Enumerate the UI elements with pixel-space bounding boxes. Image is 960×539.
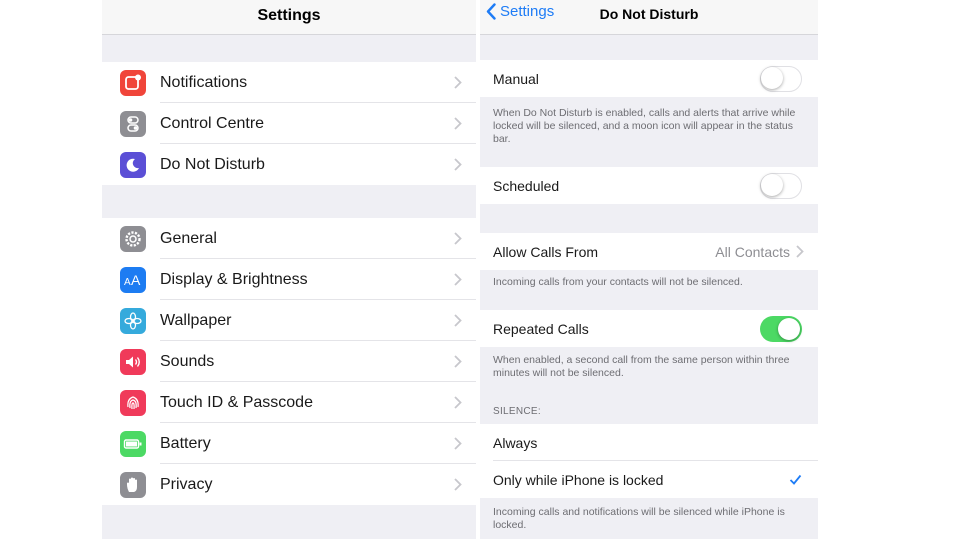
settings-item-label: Touch ID & Passcode [160, 393, 313, 411]
page-title: Settings [257, 7, 321, 24]
chevron-right-icon [454, 273, 462, 286]
scheduled-label: Scheduled [493, 177, 560, 194]
page-title: Do Not Disturb [599, 6, 699, 22]
chevron-right-icon [454, 314, 462, 327]
settings-item-battery[interactable]: Battery [102, 423, 476, 464]
allow-calls-label: Allow Calls From [493, 243, 599, 260]
allow-calls-value: All Contacts [715, 243, 790, 260]
settings-item-sounds[interactable]: Sounds [102, 341, 476, 382]
silence-note: Incoming calls and notifications will be… [493, 506, 785, 531]
repeated-calls-row: Repeated Calls [480, 310, 818, 347]
silence-header: SILENCE: [493, 406, 541, 417]
settings-item-label: Display & Brightness [160, 270, 308, 288]
manual-row: Manual [480, 60, 818, 97]
chevron-right-icon [454, 76, 462, 89]
svg-text:A: A [131, 272, 141, 288]
control-centre-icon [120, 110, 146, 137]
notifications-icon [120, 69, 146, 96]
repeated-calls-toggle[interactable] [760, 315, 802, 342]
settings-panel: Settings Notifications Control Centre Do… [102, 0, 476, 539]
settings-navbar: Settings [102, 0, 476, 35]
manual-toggle[interactable] [760, 65, 802, 92]
chevron-right-icon [454, 158, 462, 171]
settings-item-label: Battery [160, 434, 211, 452]
chevron-right-icon [454, 437, 462, 450]
settings-item-label: Control Centre [160, 114, 265, 132]
settings-item-label: Notifications [160, 73, 248, 91]
allow-calls-note: Incoming calls from your contacts will n… [493, 276, 743, 288]
scheduled-row: Scheduled [480, 167, 818, 204]
manual-label: Manual [493, 70, 539, 87]
wallpaper-icon [120, 307, 146, 334]
allow-calls-row[interactable]: Allow Calls From All Contacts [480, 233, 818, 270]
settings-item-privacy[interactable]: Privacy [102, 464, 476, 505]
settings-item-do-not-disturb[interactable]: Do Not Disturb [102, 144, 476, 185]
display-brightness-icon: AA [120, 266, 146, 293]
settings-item-label: Sounds [160, 352, 215, 370]
silence-option-label: Only while iPhone is locked [493, 471, 664, 488]
checkmark-icon [789, 474, 802, 485]
silence-option-always[interactable]: Always [480, 424, 818, 461]
chevron-right-icon [454, 478, 462, 491]
chevron-right-icon [796, 245, 804, 258]
settings-item-label: General [160, 229, 217, 247]
hand-icon [120, 471, 146, 498]
battery-icon [120, 430, 146, 457]
silence-option-label: Always [493, 434, 538, 451]
speaker-icon [120, 348, 146, 375]
settings-item-control-centre[interactable]: Control Centre [102, 103, 476, 144]
chevron-right-icon [454, 232, 462, 245]
svg-text:A: A [124, 277, 131, 288]
chevron-right-icon [454, 396, 462, 409]
settings-item-label: Do Not Disturb [160, 155, 265, 173]
scheduled-toggle[interactable] [760, 172, 802, 199]
settings-item-notifications[interactable]: Notifications [102, 62, 476, 103]
dnd-navbar: Settings Do Not Disturb [480, 0, 818, 35]
do-not-disturb-panel: Settings Do Not Disturb Manual When Do N… [480, 0, 818, 539]
settings-item-touch-id[interactable]: Touch ID & Passcode [102, 382, 476, 423]
chevron-right-icon [454, 117, 462, 130]
repeated-calls-note: When enabled, a second call from the sam… [493, 354, 790, 379]
chevron-right-icon [454, 355, 462, 368]
settings-item-general[interactable]: General [102, 218, 476, 259]
settings-item-label: Privacy [160, 475, 213, 493]
gear-icon [120, 225, 146, 252]
fingerprint-icon [120, 389, 146, 416]
moon-icon [120, 151, 146, 178]
settings-item-label: Wallpaper [160, 311, 232, 329]
repeated-calls-label: Repeated Calls [493, 320, 589, 337]
settings-item-wallpaper[interactable]: Wallpaper [102, 300, 476, 341]
silence-option-locked[interactable]: Only while iPhone is locked [480, 461, 818, 498]
manual-note: When Do Not Disturb is enabled, calls an… [493, 107, 796, 145]
settings-item-display-brightness[interactable]: AA Display & Brightness [102, 259, 476, 300]
